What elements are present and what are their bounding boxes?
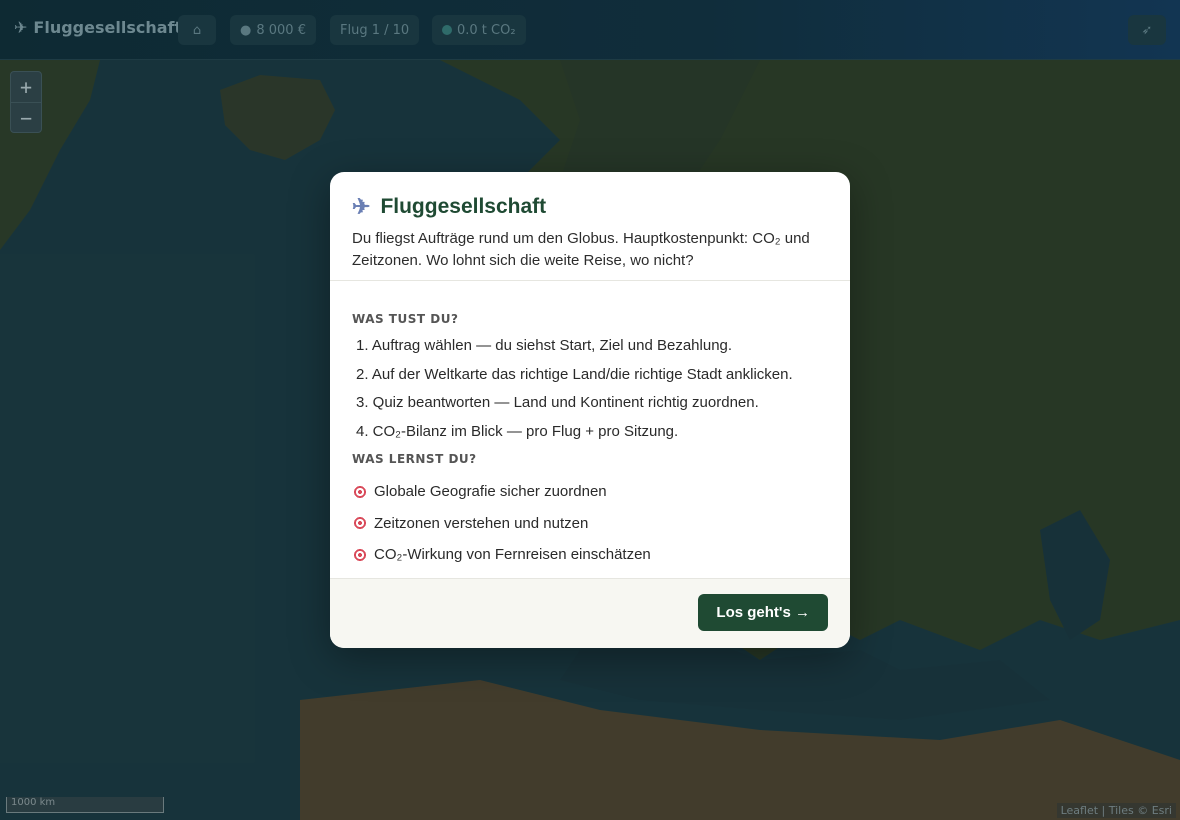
flight-value: Flug 1 / 10: [340, 22, 410, 38]
section-title-tasks: WAS TUST DU?: [352, 312, 459, 326]
step-item: 1. Auftrag wählen — du siehst Start, Zie…: [356, 337, 733, 354]
brand: ✈ Fluggesellschaft: [14, 18, 182, 37]
goal-item: Zeitzonen verstehen und nutzen: [352, 508, 828, 540]
goal-item: Globale Geografie sicher zuordnen: [352, 476, 828, 508]
globe-icon: [442, 25, 452, 35]
co2-value: 0.0 t CO₂: [457, 22, 516, 38]
map-scale: 1000 km: [6, 797, 164, 813]
goal-label: CO₂-Wirkung von Fernreisen einschätzen: [374, 546, 651, 563]
compass-icon: ➶: [1141, 22, 1153, 38]
home-icon: ⌂: [192, 22, 202, 38]
money-badge: ● 8 000 €: [230, 15, 316, 45]
dialog-subtitle: Du fliegst Aufträge rund um den Globus. …: [352, 230, 810, 269]
dialog-footer: Los geht's →: [330, 578, 850, 648]
target-icon: [352, 515, 368, 532]
money-icon: ●: [240, 22, 252, 38]
zoom-control: + −: [10, 71, 42, 133]
plane-icon: ✈: [14, 18, 28, 37]
steps-list: 1. Auftrag wählen — du siehst Start, Zie…: [352, 332, 828, 446]
goal-label: Zeitzonen verstehen und nutzen: [374, 514, 589, 532]
target-icon: [352, 483, 368, 500]
section-title-learn: WAS LERNST DU?: [352, 452, 477, 466]
start-button[interactable]: Los geht's →: [698, 594, 828, 631]
target-icon: [352, 546, 368, 563]
flight-counter: Flug 1 / 10: [330, 15, 420, 45]
dialog-title: Fluggesellschaft: [380, 195, 547, 218]
dialog-title-row: ✈ Fluggesellschaft: [352, 194, 828, 220]
home-button[interactable]: ⌂: [178, 15, 216, 45]
step-item: 2. Auf der Weltkarte das richtige Land/d…: [356, 365, 793, 383]
dialog-header: ✈ Fluggesellschaft Du fliegst Aufträge r…: [330, 172, 850, 281]
goal-label: Globale Geografie sicher zuordnen: [374, 483, 607, 500]
dialog-body: WAS TUST DU? 1. Auftrag wählen — du sieh…: [330, 281, 850, 578]
step-item: 3. Quiz beantworten — Land und Kontinent…: [356, 394, 759, 411]
compass-button[interactable]: ➶: [1128, 15, 1166, 45]
intro-dialog: ✈ Fluggesellschaft Du fliegst Aufträge r…: [330, 172, 850, 648]
co2-badge: 0.0 t CO₂: [432, 15, 526, 45]
airplane-icon: ✈: [352, 194, 371, 219]
brand-title: Fluggesellschaft: [33, 18, 183, 37]
zoom-in-button[interactable]: +: [11, 72, 41, 103]
step-item: 4. CO₂-Bilanz im Blick — pro Flug + pro …: [356, 422, 679, 440]
map-attribution: Leaflet | Tiles © Esri: [1056, 803, 1176, 818]
zoom-out-button[interactable]: −: [11, 103, 41, 133]
goals-list: Globale Geografie sicher zuordnen Zeitzo…: [352, 476, 828, 571]
goal-item: CO₂-Wirkung von Fernreisen einschätzen: [352, 539, 828, 571]
money-value: 8 000 €: [256, 22, 306, 38]
top-bar: ✈ Fluggesellschaft ⌂ ● 8 000 € Flug 1 / …: [0, 0, 1180, 60]
